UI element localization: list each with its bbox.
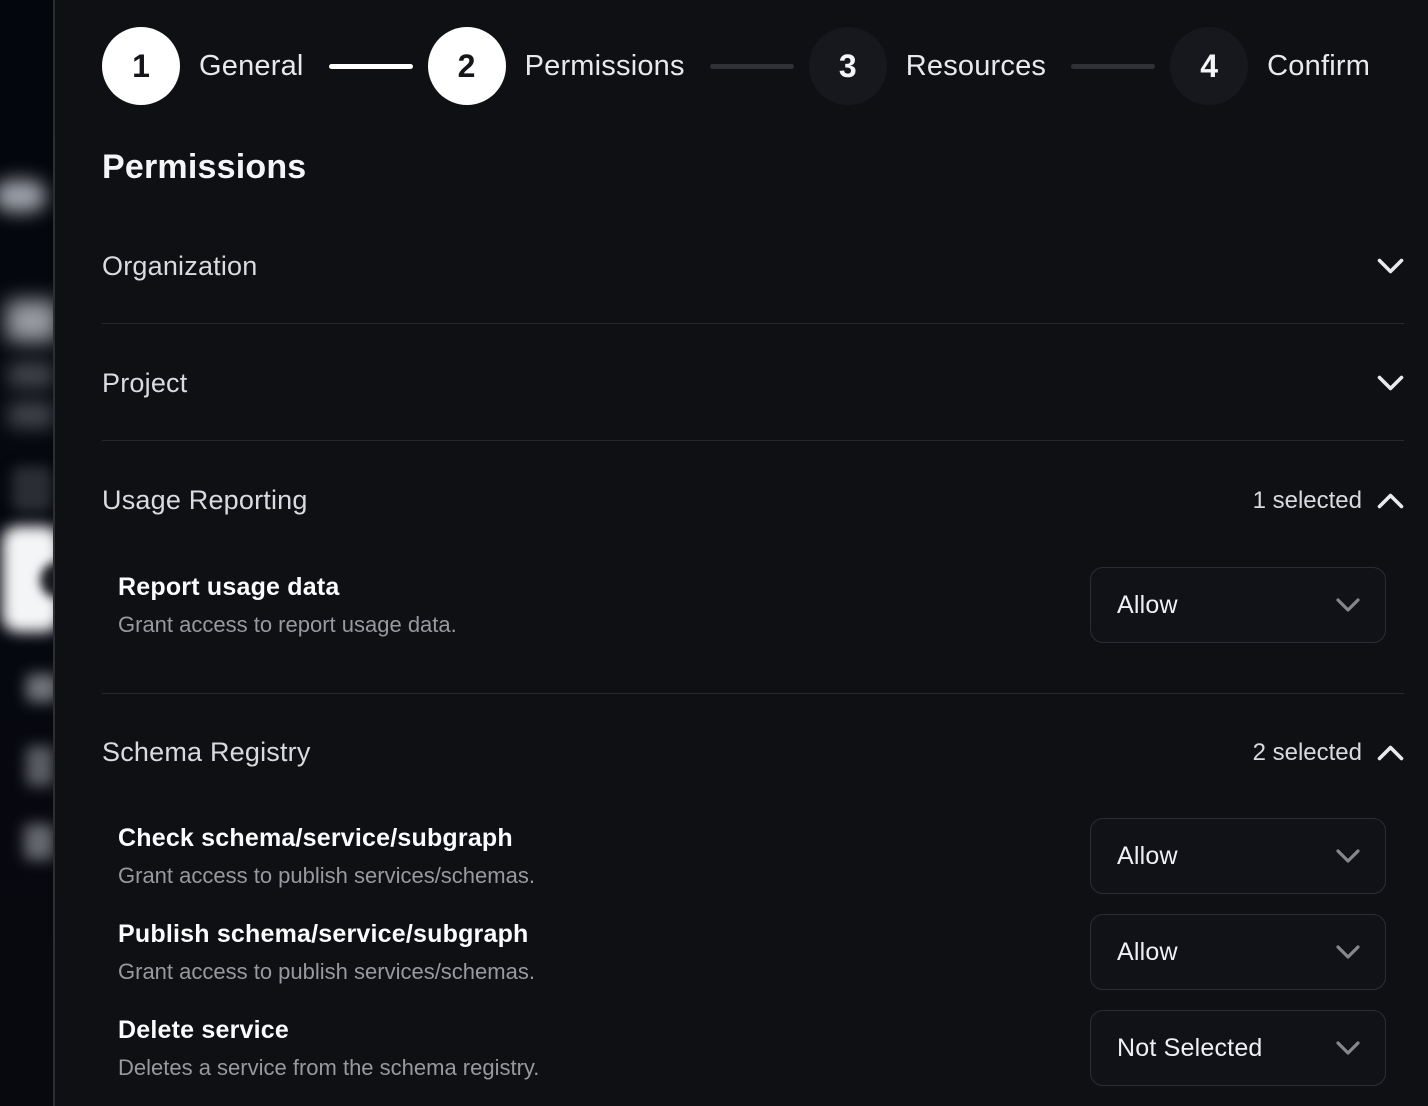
step-resources[interactable]: 3 Resources	[809, 27, 1046, 105]
step-general[interactable]: 1 General	[102, 27, 304, 105]
step-number-circle: 4	[1170, 27, 1248, 105]
dropdown-selected-value: Allow	[1117, 938, 1178, 967]
step-number-circle: 2	[428, 27, 506, 105]
permission-row: Check schema/service/subgraph Grant acce…	[118, 818, 1386, 894]
section-title: Project	[102, 368, 187, 399]
permission-value-dropdown[interactable]: Allow	[1090, 567, 1386, 643]
section-organization: Organization	[102, 187, 1404, 324]
step-label: Confirm	[1267, 50, 1370, 83]
permission-name: Check schema/service/subgraph	[118, 824, 535, 853]
permission-row: Report usage data Grant access to report…	[118, 567, 1386, 643]
dropdown-selected-value: Allow	[1117, 842, 1178, 871]
section-header-usage-reporting[interactable]: Usage Reporting 1 selected	[102, 441, 1404, 516]
background-sidebar	[0, 0, 55, 1106]
permission-name: Delete service	[118, 1016, 539, 1045]
stepper-connector	[710, 64, 794, 69]
page-title: Permissions	[102, 147, 1404, 187]
permission-description: Grant access to publish services/schemas…	[118, 959, 535, 985]
chevron-down-icon	[1336, 945, 1360, 960]
selected-count-badge: 2 selected	[1253, 739, 1362, 767]
chevron-down-icon	[1336, 598, 1360, 613]
permission-value-dropdown[interactable]: Allow	[1090, 818, 1386, 894]
step-number-circle: 3	[809, 27, 887, 105]
chevron-down-icon	[1377, 375, 1404, 392]
step-number-circle: 1	[102, 27, 180, 105]
step-permissions[interactable]: 2 Permissions	[428, 27, 685, 105]
wizard-stepper: 1 General 2 Permissions 3 Resources 4 Co…	[102, 27, 1404, 105]
section-usage-reporting: Usage Reporting 1 selected Report usage …	[102, 441, 1404, 694]
blurred-background-item	[8, 402, 54, 428]
dropdown-selected-value: Not Selected	[1117, 1034, 1263, 1063]
permission-value-dropdown[interactable]: Not Selected	[1090, 1010, 1386, 1086]
stepper-connector	[1071, 64, 1155, 69]
blurred-background-item	[24, 824, 54, 860]
permission-name: Report usage data	[118, 573, 457, 602]
blurred-background-item	[12, 466, 52, 512]
blurred-background-item	[8, 362, 54, 388]
permission-description: Grant access to publish services/schemas…	[118, 863, 535, 889]
step-label: Resources	[906, 50, 1046, 83]
stepper-connector	[329, 64, 413, 69]
chevron-down-icon	[1336, 1041, 1360, 1056]
section-header-schema-registry[interactable]: Schema Registry 2 selected	[102, 694, 1404, 768]
blurred-background-item	[6, 300, 55, 342]
section-title: Usage Reporting	[102, 485, 308, 516]
section-schema-registry: Schema Registry 2 selected Check schema/…	[102, 694, 1404, 1086]
blurred-background-item	[26, 746, 54, 786]
section-header-project[interactable]: Project	[102, 324, 1404, 440]
permission-description: Deletes a service from the schema regist…	[118, 1055, 539, 1081]
dropdown-selected-value: Allow	[1117, 591, 1178, 620]
section-title: Organization	[102, 251, 258, 282]
step-label: General	[199, 50, 304, 83]
section-project: Project	[102, 324, 1404, 441]
chevron-up-icon	[1377, 492, 1404, 509]
chevron-down-icon	[1377, 258, 1404, 275]
chevron-down-icon	[1336, 849, 1360, 864]
permission-row: Delete service Deletes a service from th…	[118, 1010, 1386, 1086]
section-title: Schema Registry	[102, 737, 311, 768]
selected-count-badge: 1 selected	[1253, 487, 1362, 515]
step-confirm[interactable]: 4 Confirm	[1170, 27, 1370, 105]
blurred-background-item	[0, 180, 46, 212]
wizard-panel: 1 General 2 Permissions 3 Resources 4 Co…	[57, 0, 1428, 1106]
permission-name: Publish schema/service/subgraph	[118, 920, 535, 949]
permission-value-dropdown[interactable]: Allow	[1090, 914, 1386, 990]
permission-row: Publish schema/service/subgraph Grant ac…	[118, 914, 1386, 990]
step-label: Permissions	[525, 50, 685, 83]
permission-description: Grant access to report usage data.	[118, 612, 457, 638]
section-header-organization[interactable]: Organization	[102, 187, 1404, 323]
chevron-up-icon	[1377, 744, 1404, 761]
blurred-background-item	[26, 674, 55, 702]
